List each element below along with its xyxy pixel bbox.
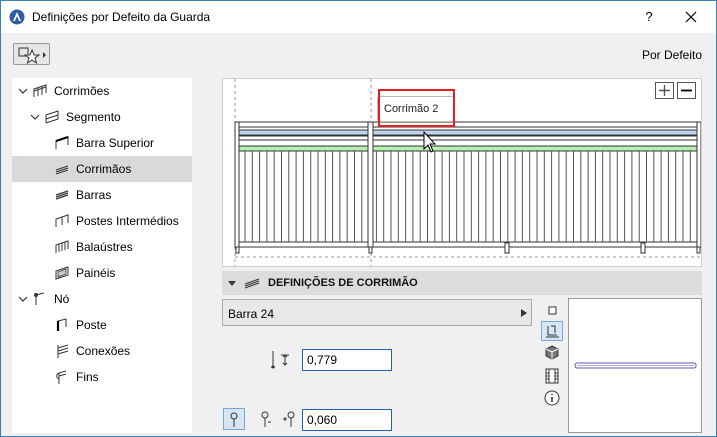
default-label: Por Defeito bbox=[641, 48, 702, 62]
tree-item-fins[interactable]: Fins bbox=[12, 364, 192, 390]
tree-item-label: Nó bbox=[54, 292, 70, 306]
tree-item-label: Barras bbox=[76, 188, 112, 202]
tree-item-label: Corrimões bbox=[54, 84, 110, 98]
star-icon bbox=[18, 47, 46, 65]
profile-thumbnail bbox=[568, 298, 702, 433]
tree-item-balaustres[interactable]: Balaústres bbox=[12, 234, 192, 260]
info-button[interactable] bbox=[541, 388, 563, 408]
handrail-icon bbox=[55, 165, 69, 175]
close-icon bbox=[685, 11, 697, 23]
view-square-button[interactable] bbox=[541, 301, 563, 321]
end-icon bbox=[56, 370, 67, 384]
anchor-right-icon bbox=[283, 411, 295, 427]
railing-preview[interactable]: Corrimão 2 bbox=[222, 78, 702, 267]
section-title: DEFINIÇÕES DE CORRIMÃO bbox=[268, 277, 418, 289]
highlight-outline bbox=[378, 89, 455, 127]
settings-tree: Corrimões Segmento Barra Superior Corrim… bbox=[12, 78, 192, 433]
baluster-icon bbox=[55, 240, 69, 253]
tree-item-no[interactable]: Nó bbox=[12, 286, 192, 312]
section-header[interactable]: DEFINIÇÕES DE CORRIMÃO bbox=[222, 271, 702, 295]
tree-item-label: Corrimãos bbox=[76, 162, 132, 176]
post-icon bbox=[56, 318, 67, 331]
panel-icon bbox=[55, 266, 69, 280]
connection-icon bbox=[57, 344, 69, 358]
rails-icon bbox=[55, 190, 69, 200]
anchor-left-icon bbox=[230, 412, 238, 427]
tree-item-label: Painéis bbox=[76, 266, 116, 280]
cube-icon bbox=[545, 345, 559, 360]
tree-item-label: Balaústres bbox=[76, 240, 133, 254]
top-rail-icon bbox=[55, 136, 69, 149]
railing-elevation-drawing bbox=[234, 79, 701, 266]
view-profile-button[interactable] bbox=[541, 321, 563, 341]
tree-item-label: Conexões bbox=[76, 344, 131, 358]
chevron-right-icon bbox=[521, 309, 527, 317]
favorites-button[interactable] bbox=[13, 43, 50, 65]
dialog-window: Definições por Defeito da Guarda ? Por D… bbox=[0, 0, 717, 437]
tree-item-label: Postes Intermédios bbox=[76, 214, 179, 228]
window-title: Definições por Defeito da Guarda bbox=[32, 10, 211, 24]
handrail-icon bbox=[244, 278, 260, 289]
zoom-out-button[interactable] bbox=[677, 82, 696, 99]
profile-dropdown[interactable]: Barra 24 bbox=[222, 299, 532, 326]
height-input[interactable]: 0,779 bbox=[302, 349, 392, 371]
chevron-down-icon[interactable] bbox=[30, 112, 40, 122]
tree-item-segmento[interactable]: Segmento bbox=[12, 104, 192, 130]
tree-item-poste[interactable]: Poste bbox=[12, 312, 192, 338]
anchor-center-icon bbox=[261, 411, 271, 427]
tree-item-label: Fins bbox=[76, 370, 99, 384]
tree-item-barra-superior[interactable]: Barra Superior bbox=[12, 130, 192, 156]
tree-item-label: Poste bbox=[76, 318, 107, 332]
segment-icon bbox=[45, 110, 59, 124]
chevron-down-icon[interactable] bbox=[18, 294, 28, 304]
profile-thumbnail-drawing bbox=[574, 362, 697, 369]
tree-item-conexoes[interactable]: Conexões bbox=[12, 338, 192, 364]
film-icon bbox=[545, 368, 559, 384]
tree-item-corrimoes[interactable]: Corrimões bbox=[12, 78, 192, 104]
inner-post-icon bbox=[55, 214, 69, 227]
info-icon bbox=[544, 390, 560, 406]
height-param-icon bbox=[271, 351, 289, 369]
tree-item-barras[interactable]: Barras bbox=[12, 182, 192, 208]
chevron-down-icon[interactable] bbox=[18, 86, 28, 96]
plus-icon bbox=[659, 85, 670, 96]
tree-item-paineis[interactable]: Painéis bbox=[12, 260, 192, 286]
title-bar: Definições por Defeito da Guarda ? bbox=[1, 1, 716, 33]
offset-input[interactable]: 0,060 bbox=[302, 409, 392, 431]
profile-view-icon bbox=[546, 325, 559, 338]
profile-value: Barra 24 bbox=[228, 307, 275, 321]
chevron-down-icon[interactable] bbox=[228, 279, 236, 287]
app-logo-icon bbox=[9, 9, 25, 25]
anchor-right-button[interactable] bbox=[279, 408, 301, 430]
minus-icon bbox=[681, 89, 692, 92]
anchor-left-button[interactable] bbox=[223, 408, 245, 430]
view-film-button[interactable] bbox=[541, 366, 563, 386]
view-3d-button[interactable] bbox=[541, 343, 563, 363]
help-button[interactable]: ? bbox=[635, 5, 663, 29]
square-icon bbox=[548, 306, 557, 315]
zoom-in-button[interactable] bbox=[655, 82, 674, 99]
close-button[interactable] bbox=[677, 5, 705, 29]
tree-item-label: Barra Superior bbox=[76, 136, 155, 150]
node-icon bbox=[34, 292, 45, 305]
anchor-center-button[interactable] bbox=[255, 408, 277, 430]
tree-item-postes-intermedios[interactable]: Postes Intermédios bbox=[12, 208, 192, 234]
tree-item-corrimaos[interactable]: Corrimãos bbox=[12, 156, 192, 182]
railing-icon bbox=[33, 84, 47, 97]
tree-item-label: Segmento bbox=[66, 110, 121, 124]
